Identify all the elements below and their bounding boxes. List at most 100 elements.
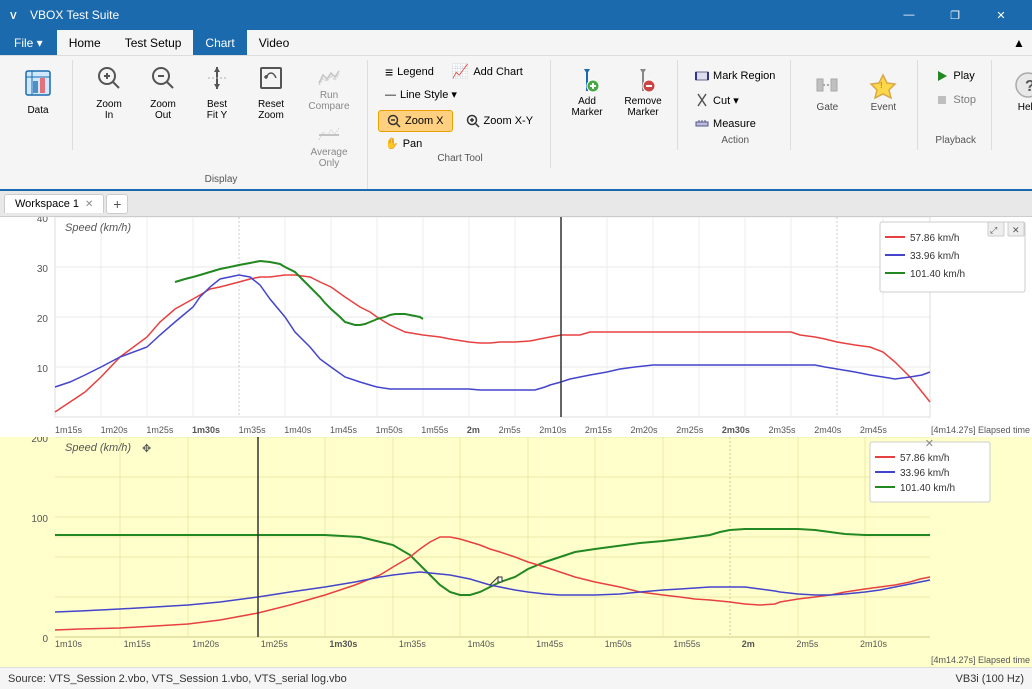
mark-region-label: Mark Region [713,70,775,82]
cut-label: Cut ▾ [713,94,739,107]
run-compare-icon [318,69,340,90]
chart1-elapsed: [4m14.27s] Elapsed time [931,425,1030,435]
measure-label: Measure [713,118,756,130]
menu-chart[interactable]: Chart [193,30,246,55]
cut-button[interactable]: Cut ▾ [688,90,746,110]
play-icon [935,69,949,83]
ribbon: Data ZoomIn [0,56,1032,191]
line-style-icon: — [385,89,396,101]
pan-button[interactable]: ✋ Pan [378,134,429,153]
ribbon-group-help: ? Help [994,60,1032,150]
chart1-x-label: 1m35s [239,425,266,435]
run-compare-button[interactable]: RunCompare [299,64,359,117]
zoom-x-button[interactable]: Zoom X [378,110,453,132]
svg-text:V: V [10,11,17,22]
stop-icon [935,93,949,107]
help-icon: ? [1014,71,1032,102]
file-label: File ▾ [14,36,43,50]
measure-button[interactable]: Measure [688,114,763,134]
svg-text:200: 200 [31,437,48,445]
average-only-icon [318,126,340,147]
app-title: VBOX Test Suite [30,8,886,22]
svg-text:!: ! [880,81,883,90]
svg-text:✥: ✥ [142,443,151,455]
svg-text:100: 100 [31,514,48,525]
pan-label: Pan [403,138,423,150]
chart1-x-label: 2m45s [860,425,887,435]
chart1-x-label: 1m40s [284,425,311,435]
reset-zoom-button[interactable]: ResetZoom [245,60,297,126]
chart2-x-label: 1m45s [536,639,563,649]
zoom-xy-label: Zoom X-Y [484,115,534,127]
app-icon: V [8,7,24,23]
svg-text:33.96 km/h: 33.96 km/h [910,251,959,262]
help-button[interactable]: ? Help [1002,60,1032,124]
menu-video[interactable]: Video [247,30,301,55]
chart1-x-label: 2m25s [676,425,703,435]
remove-marker-button[interactable]: RemoveMarker [617,60,669,124]
svg-text:Speed (km/h): Speed (km/h) [65,222,131,234]
line-style-label: Line Style ▾ [400,88,457,101]
zoom-out-button[interactable]: ZoomOut [137,60,189,126]
remove-marker-label: RemoveMarker [624,96,661,118]
cut-icon [695,93,709,107]
data-icon [24,69,52,102]
svg-text:10: 10 [37,364,49,375]
reset-zoom-icon [258,65,284,96]
data-label: Data [27,105,48,116]
average-only-button[interactable]: AverageOnly [299,121,359,174]
play-button[interactable]: Play [928,66,981,86]
gate-button[interactable]: Gate [801,60,853,124]
menu-home[interactable]: Home [57,30,113,55]
chart2-x-label: 1m30s [329,639,357,649]
maximize-button[interactable]: ❐ [932,0,978,30]
svg-text:Speed (km/h): Speed (km/h) [65,442,131,454]
chart1-x-label: 2m40s [814,425,841,435]
chart1-x-label: 2m20s [631,425,658,435]
chart-tool-group-label: Chart Tool [437,153,482,166]
chart1-x-label: 2m35s [769,425,796,435]
chart2-x-label: 1m35s [399,639,426,649]
zoom-in-icon [96,65,122,96]
chart1-x-label: 2m [467,425,480,435]
play-label: Play [953,70,974,82]
workspace-add-tab-button[interactable]: + [106,194,128,214]
chart1-x-label: 1m15s [55,425,82,435]
menu-test-setup[interactable]: Test Setup [113,30,194,55]
svg-text:⤢: ⤢ [989,225,997,235]
file-menu[interactable]: File ▾ [0,30,57,55]
event-button[interactable]: ! Event [857,60,909,124]
svg-text:✕: ✕ [1012,225,1020,235]
chart1-x-label: 1m45s [330,425,357,435]
chart1-container: 40 30 20 10 Speed (km/h) 57.86 km/h 33.9… [0,217,1032,437]
workspace-tab-1-label: Workspace 1 [15,198,79,210]
zoom-xy-button[interactable]: Zoom X-Y [457,110,543,132]
close-button[interactable]: ✕ [978,0,1024,30]
legend-label: Legend [397,66,434,78]
chart1-svg: 40 30 20 10 Speed (km/h) 57.86 km/h 33.9… [0,217,1032,437]
chart2-x-label: 1m20s [192,639,219,649]
minimize-button[interactable]: — [886,0,932,30]
data-button[interactable]: Data [12,60,64,124]
ribbon-group-data: Data [4,60,73,150]
add-chart-button[interactable]: 📈 Add Chart [445,60,530,83]
legend-button[interactable]: ≡ Legend [378,60,441,83]
status-source: Source: VTS_Session 2.vbo, VTS_Session 1… [8,673,347,685]
zoom-out-label: ZoomOut [150,99,176,121]
svg-text:?: ? [1025,78,1032,95]
zoom-in-button[interactable]: ZoomIn [83,60,135,126]
display-group-label: Display [205,174,238,187]
help-label: Help [1018,102,1032,113]
chart1-x-label: 1m20s [101,425,128,435]
ribbon-collapse-button[interactable]: ▲ [1006,30,1032,56]
best-fit-y-icon [204,65,230,96]
add-marker-button[interactable]: AddMarker [561,60,613,124]
svg-text:30: 30 [37,264,49,275]
workspace-tab-1[interactable]: Workspace 1 ✕ [4,194,104,213]
workspace-tab-1-close[interactable]: ✕ [85,199,93,210]
best-fit-y-button[interactable]: BestFit Y [191,60,243,126]
mark-region-button[interactable]: Mark Region [688,66,782,86]
ribbon-group-markers: AddMarker RemoveMarker [553,60,678,150]
line-style-button[interactable]: — Line Style ▾ [378,85,464,104]
stop-button[interactable]: Stop [928,90,983,110]
